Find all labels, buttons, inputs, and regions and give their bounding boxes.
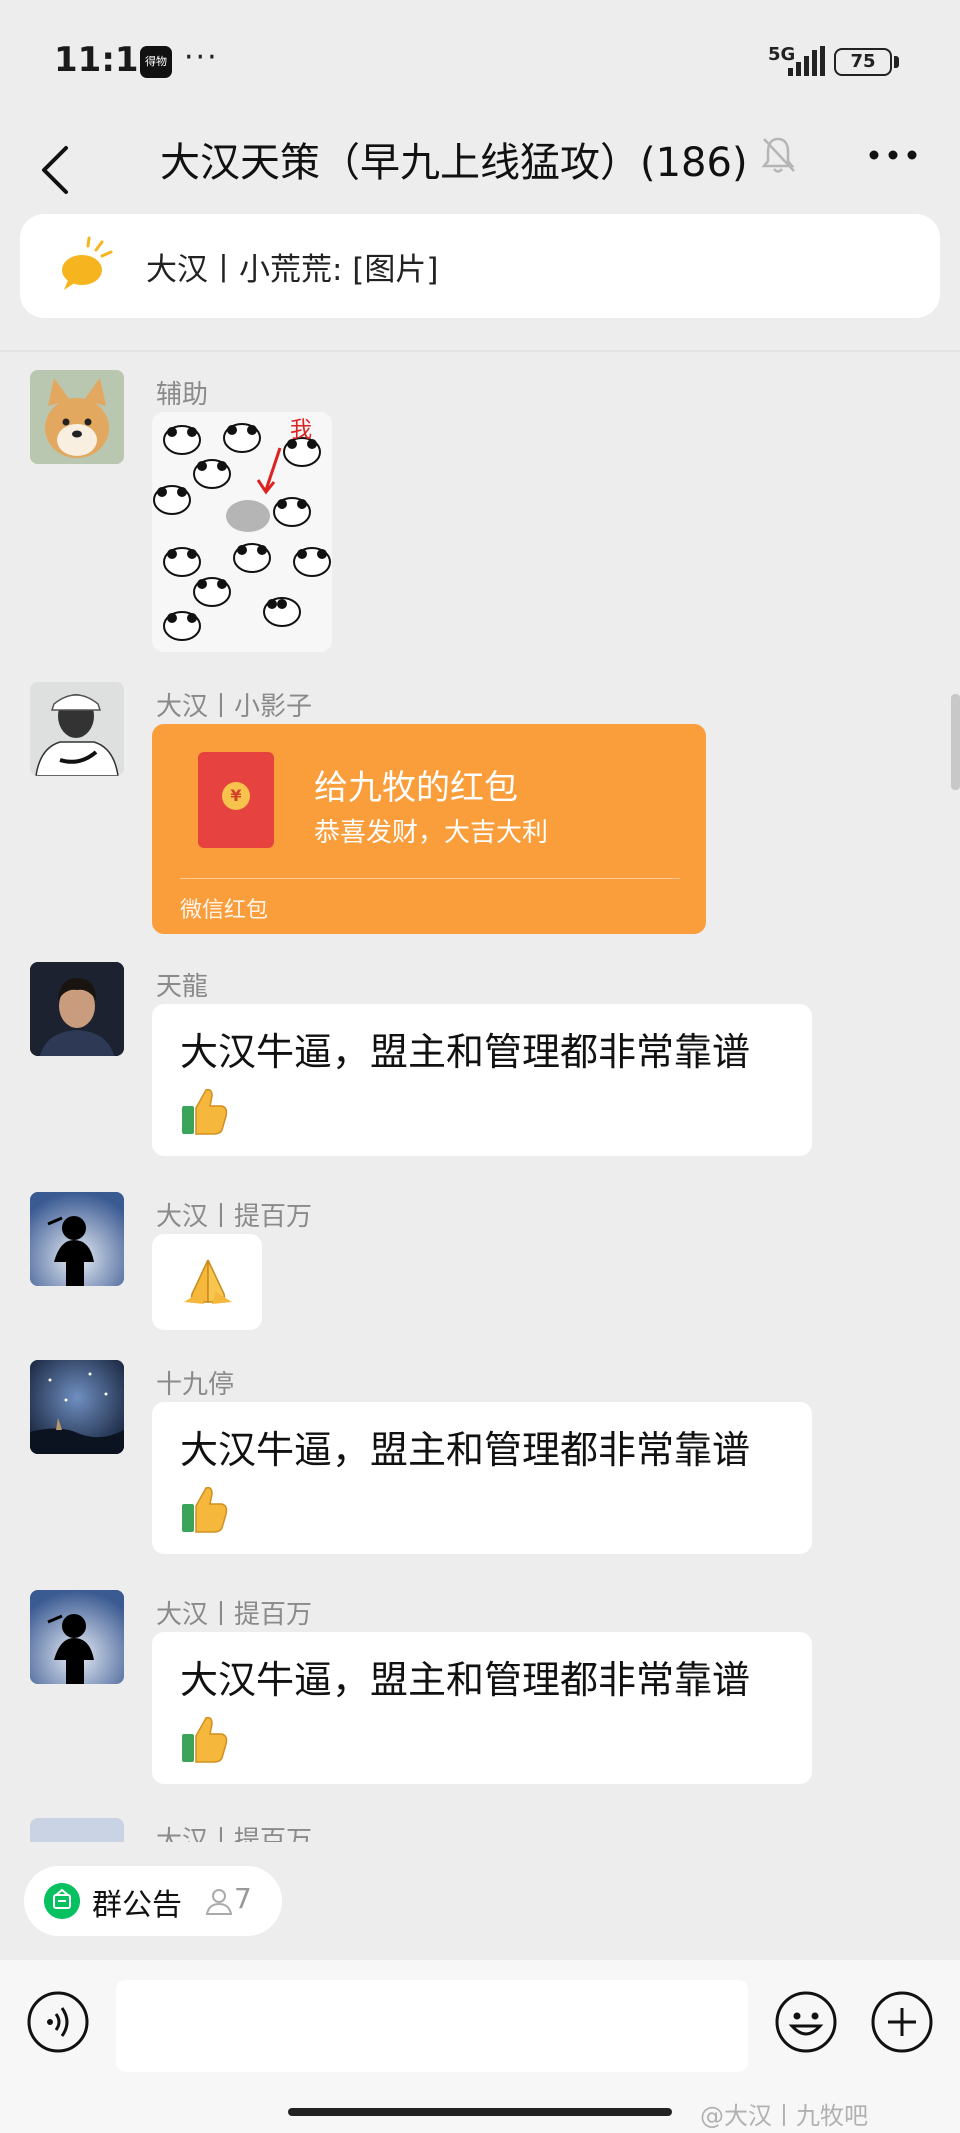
pinned-chat-icon [62, 236, 113, 290]
plus-icon[interactable] [870, 1990, 934, 2054]
pray-hands-icon [184, 1259, 232, 1304]
message-text: 大汉牛逼，盟主和管理都非常靠谱 [180, 1658, 751, 1702]
thumbs-up-icon [182, 1486, 228, 1533]
pinned-message[interactable]: 大汉丨小荒荒: [图片] [20, 214, 940, 318]
more-options-icon[interactable] [866, 138, 920, 172]
battery-icon: 75 [834, 48, 892, 76]
text-message[interactable]: 大汉牛逼，盟主和管理都非常靠谱 [152, 1004, 812, 1156]
announcement-icon [44, 1883, 80, 1919]
message-text: 大汉牛逼，盟主和管理都非常靠谱 [180, 1030, 751, 1074]
text-message[interactable]: 大汉牛逼，盟主和管理都非常靠谱 [152, 1402, 812, 1554]
app-notification-icon: 得物 [140, 46, 172, 78]
panda-sticker-image [152, 412, 332, 652]
portrait-avatar-icon [30, 962, 124, 1056]
voice-input-icon[interactable] [26, 1990, 90, 2054]
avatar[interactable] [30, 962, 124, 1056]
watermark: @大汉丨九牧吧 [700, 2102, 868, 2130]
coin-icon: ¥ [222, 782, 250, 810]
text-message[interactable]: 大汉牛逼，盟主和管理都非常靠谱 [152, 1632, 812, 1784]
avatar[interactable] [30, 682, 124, 776]
red-packet-label: 微信红包 [180, 898, 269, 923]
status-more-icon: ··· [184, 40, 219, 75]
group-announcement-button[interactable]: 群公告 7 [24, 1866, 282, 1936]
sticker-caption: 我 [290, 418, 313, 443]
divider [0, 350, 960, 352]
sender-name: 辅助 [156, 380, 209, 410]
message-input[interactable] [116, 1980, 748, 2072]
emoji-message[interactable] [152, 1234, 262, 1330]
sender-name: 大汉丨小影子 [156, 692, 313, 722]
mute-bell-icon [761, 137, 795, 173]
person-icon [205, 1889, 233, 1915]
red-packet-title: 给九牧的红包 [314, 768, 518, 808]
shiba-avatar-icon [30, 370, 124, 464]
red-packet-wish: 恭喜发财，大吉大利 [314, 818, 549, 848]
avatar[interactable] [30, 1818, 124, 1842]
emoji-icon[interactable] [774, 1990, 838, 2054]
back-arrow-icon[interactable] [36, 142, 76, 198]
avatar[interactable] [30, 1590, 124, 1684]
sender-name: 十九停 [156, 1370, 235, 1400]
avatar[interactable] [30, 1360, 124, 1454]
pinned-text: 大汉丨小荒荒: [图片] [146, 252, 439, 288]
chat-title: 大汉天策（早九上线猛攻）(186) [160, 140, 748, 186]
avatar[interactable] [30, 1192, 124, 1286]
sender-name: 大汉丨提百万 [156, 1826, 313, 1842]
avatar[interactable] [30, 370, 124, 464]
sender-name: 大汉丨提百万 [156, 1600, 313, 1630]
red-packet-message[interactable]: ¥ 给九牧的红包 恭喜发财，大吉大利 微信红包 [152, 724, 706, 934]
red-packet-icon: ¥ [198, 752, 274, 848]
sender-name: 大汉丨提百万 [156, 1202, 313, 1232]
home-indicator[interactable] [288, 2108, 672, 2116]
battery-level: 75 [850, 51, 876, 72]
scrollbar[interactable] [951, 694, 960, 790]
message-text: 大汉牛逼，盟主和管理都非常靠谱 [180, 1428, 751, 1472]
announcement-count: 7 [234, 1882, 252, 1915]
status-bar: 11:11 得物 ··· 5G 75 [0, 0, 960, 120]
input-bar: @大汉丨九牧吧 [0, 1960, 960, 2133]
announcement-label: 群公告 [92, 1888, 182, 1923]
image-message[interactable]: 我 [152, 412, 332, 652]
signal-icon [788, 46, 825, 76]
thumbs-up-icon [182, 1088, 228, 1135]
silhouette-avatar-icon [30, 1590, 124, 1684]
hoodie-avatar-icon [30, 682, 124, 776]
battery-tip [894, 56, 899, 68]
silhouette-avatar-icon [30, 1192, 124, 1286]
red-packet-divider [180, 878, 680, 879]
sender-name: 天龍 [156, 972, 209, 1002]
thumbs-up-icon [182, 1716, 228, 1763]
night-sky-avatar-icon [30, 1360, 124, 1454]
